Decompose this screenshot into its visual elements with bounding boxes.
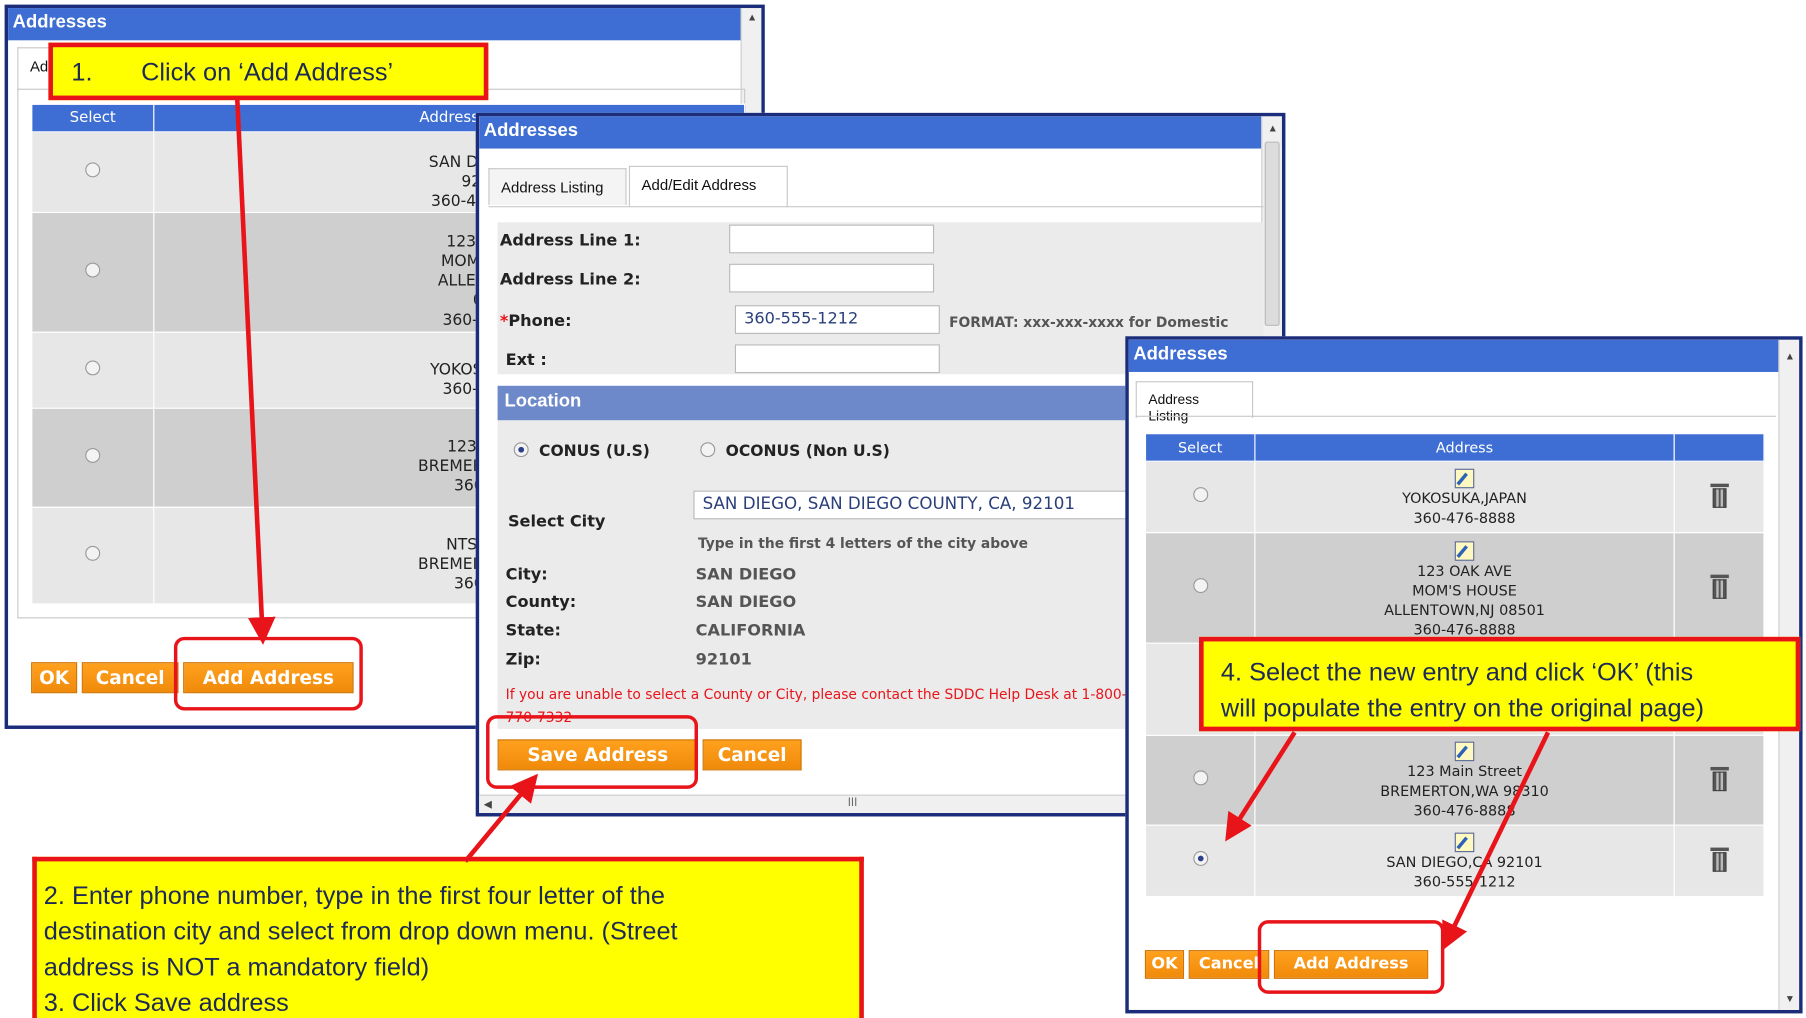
annotation-arrows xyxy=(234,98,1551,951)
arrow-step-4-ok xyxy=(1442,731,1551,951)
arrow-step-2 xyxy=(463,773,539,863)
arrow-step-4-radio xyxy=(1225,731,1297,842)
arrow-step-1 xyxy=(234,98,276,645)
